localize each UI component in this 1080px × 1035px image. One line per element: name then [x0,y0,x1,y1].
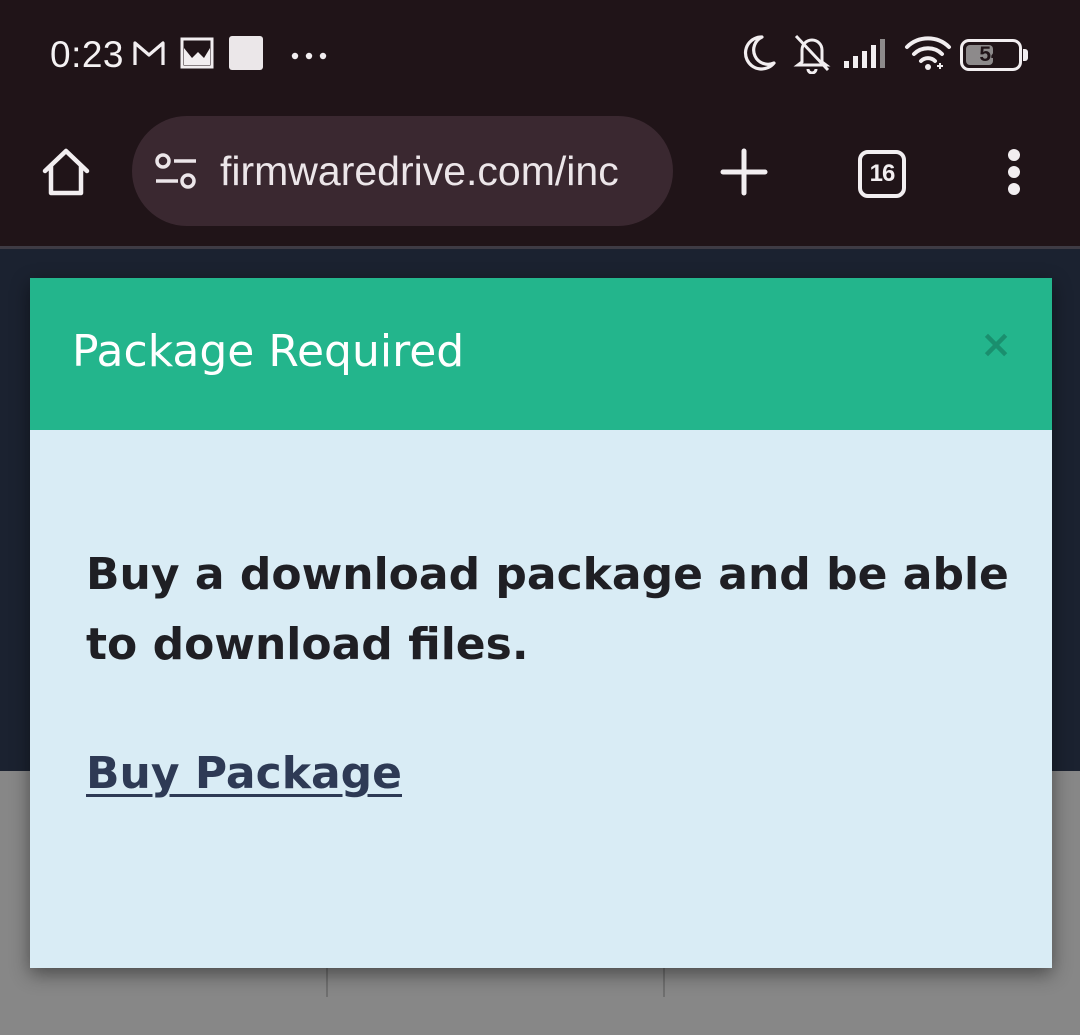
square-notification-icon [228,35,264,75]
package-required-modal: Package Required × Buy a download packag… [30,278,1052,968]
close-icon: × [980,322,1012,366]
more-notifications-icon [290,46,330,65]
tab-switcher-icon: 16 [858,150,906,198]
status-clock: 0:23 [50,34,125,75]
cellular-signal-icon [844,37,892,73]
tab-switcher-button[interactable]: 16 [846,138,918,210]
new-tab-button[interactable] [708,138,780,210]
home-button[interactable] [30,138,102,210]
status-bar: 0:23 54 [0,0,1080,110]
browser-toolbar: firmwaredrive.com/inc 16 [0,110,1080,248]
battery-icon: 54 [960,39,1028,71]
overflow-menu-icon [1006,148,1022,200]
url-bar[interactable]: firmwaredrive.com/inc [132,116,673,226]
gallery-icon [180,36,214,74]
modal-header: Package Required × [30,278,1052,430]
do-not-disturb-moon-icon [740,33,778,77]
status-right: 54 [740,30,1028,80]
url-text[interactable]: firmwaredrive.com/inc [220,148,650,195]
battery-cap [1023,49,1028,61]
modal-title: Package Required [72,326,465,377]
plus-icon [719,147,769,201]
gmail-icon [132,38,166,72]
buy-package-link[interactable]: Buy Package [86,748,402,799]
modal-message: Buy a download package and be able to do… [86,549,1009,670]
wifi-icon [904,35,952,75]
overflow-menu-button[interactable] [984,138,1044,210]
battery-level: 54 [979,43,1003,66]
site-settings-icon[interactable] [154,149,198,193]
battery-body: 54 [960,39,1022,71]
muted-bell-icon [792,32,832,78]
status-left: 0:23 [50,30,330,80]
close-button[interactable]: × [978,322,1014,366]
home-icon [39,145,93,203]
